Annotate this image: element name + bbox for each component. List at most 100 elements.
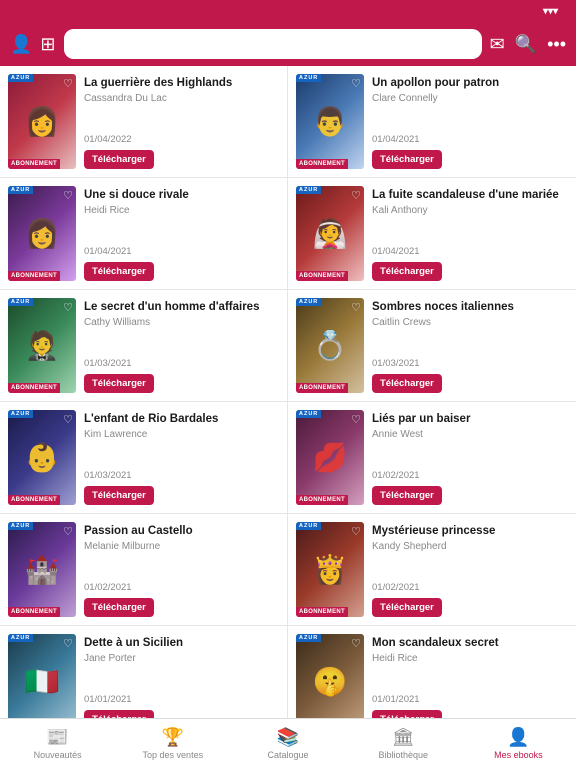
profile-icon[interactable]: 👤 [10,34,32,55]
download-button[interactable]: Télécharger [372,486,442,505]
abonnement-badge: abonnement [8,383,60,393]
book-date: 01/02/2021 [84,582,279,593]
bottom-nav-catalogue[interactable]: 📚 Catalogue [230,719,345,768]
book-item: AZUR 👸 abonnement ♡ Mystérieuse princess… [288,514,576,626]
book-author: Heidi Rice [84,205,279,216]
download-button[interactable]: Télécharger [372,150,442,169]
heart-icon[interactable]: ♡ [63,189,73,202]
book-author: Jane Porter [84,653,279,664]
book-date: 01/04/2022 [84,134,279,145]
bibliotheque-icon: 🏛 [392,727,415,748]
nouveautes-icon: 📰 [46,727,68,748]
heart-icon[interactable]: ♡ [63,413,73,426]
book-item: AZUR 🇮🇹 abonnement ♡ Dette à un Sicilien… [0,626,288,718]
notification-icon[interactable]: ✉ [490,34,505,55]
book-info: Passion au Castello Melanie Milburne 01/… [84,522,279,617]
tab-all[interactable] [64,29,273,59]
book-title: Mon scandaleux secret [372,636,568,651]
abonnement-badge: abonnement [8,159,60,169]
bottom-nav-mes-ebooks[interactable]: 👤 Mes ebooks [461,719,576,768]
book-item: AZUR 🏰 abonnement ♡ Passion au Castello … [0,514,288,626]
book-title: Un apollon pour patron [372,76,568,91]
book-author: Cassandra Du Lac [84,93,279,104]
download-button[interactable]: Télécharger [84,374,154,393]
book-cover: AZUR 💍 abonnement ♡ [296,298,364,393]
bottom-nav-bibliotheque[interactable]: 🏛 Bibliothèque [346,719,461,768]
book-item: AZUR 🤫 abonnement ♡ Mon scandaleux secre… [288,626,576,718]
tab-bar [64,29,482,59]
book-author: Cathy Williams [84,317,279,328]
download-button[interactable]: Télécharger [84,486,154,505]
bottom-nav-nouveautes[interactable]: 📰 Nouveautés [0,719,115,768]
heart-icon[interactable]: ♡ [63,77,73,90]
abonnement-badge: abonnement [296,271,348,281]
book-info: Une si douce rivale Heidi Rice 01/04/202… [84,186,279,281]
download-button[interactable]: Télécharger [372,262,442,281]
tab-subscriptions[interactable] [273,29,482,59]
heart-icon[interactable]: ♡ [351,525,361,538]
status-bar: ▾▾▾ [0,0,576,22]
book-item: AZUR 👩 abonnement ♡ La guerrière des Hig… [0,66,288,178]
book-item: AZUR 🤵 abonnement ♡ Le secret d'un homme… [0,290,288,402]
search-icon[interactable]: 🔍 [515,34,537,55]
download-button[interactable]: Télécharger [84,150,154,169]
book-cover: AZUR 🤫 abonnement ♡ [296,634,364,718]
book-info: La guerrière des Highlands Cassandra Du … [84,74,279,169]
heart-icon[interactable]: ♡ [351,189,361,202]
book-title: L'enfant de Rio Bardales [84,412,279,427]
book-title: Passion au Castello [84,524,279,539]
book-title: Mystérieuse princesse [372,524,568,539]
book-title: La fuite scandaleuse d'une mariée [372,188,568,203]
book-cover: AZUR 💋 abonnement ♡ [296,410,364,505]
book-date: 01/02/2021 [372,470,568,481]
catalogue-icon: 📚 [277,727,299,748]
book-info: Liés par un baiser Annie West 01/02/2021… [372,410,568,505]
book-title: Le secret d'un homme d'affaires [84,300,279,315]
book-date: 01/03/2021 [84,358,279,369]
heart-icon[interactable]: ♡ [351,77,361,90]
book-title: Une si douce rivale [84,188,279,203]
heart-icon[interactable]: ♡ [63,525,73,538]
download-button[interactable]: Télécharger [84,710,154,718]
book-author: Kali Anthony [372,205,568,216]
book-title: Liés par un baiser [372,412,568,427]
heart-icon[interactable]: ♡ [351,637,361,650]
more-icon[interactable]: ••• [547,34,566,55]
abonnement-badge: abonnement [296,607,348,617]
book-author: Melanie Milburne [84,541,279,552]
wifi-icon: ▾▾▾ [543,6,558,17]
book-list-scroll[interactable]: AZUR 👩 abonnement ♡ La guerrière des Hig… [0,66,576,718]
nav-left-icons: 👤 ⊞ [10,34,56,55]
book-date: 01/03/2021 [372,358,568,369]
download-button[interactable]: Télécharger [84,598,154,617]
download-button[interactable]: Télécharger [84,262,154,281]
nouveautes-label: Nouveautés [34,750,82,760]
heart-icon[interactable]: ♡ [351,413,361,426]
status-indicators: ▾▾▾ [543,6,564,17]
book-cover: AZUR 🤵 abonnement ♡ [8,298,76,393]
abonnement-badge: abonnement [296,159,348,169]
book-date: 01/03/2021 [84,470,279,481]
download-button[interactable]: Télécharger [372,710,442,718]
download-button[interactable]: Télécharger [372,598,442,617]
heart-icon[interactable]: ♡ [63,637,73,650]
book-date: 01/01/2021 [84,694,279,705]
book-info: Sombres noces italiennes Caitlin Crews 0… [372,298,568,393]
book-info: Un apollon pour patron Clare Connelly 01… [372,74,568,169]
book-author: Clare Connelly [372,93,568,104]
grid-icon[interactable]: ⊞ [40,34,55,55]
mes-ebooks-label: Mes ebooks [494,750,543,760]
heart-icon[interactable]: ♡ [63,301,73,314]
bottom-nav-top-ventes[interactable]: 🏆 Top des ventes [115,719,230,768]
book-title: Sombres noces italiennes [372,300,568,315]
book-info: La fuite scandaleuse d'une mariée Kali A… [372,186,568,281]
book-author: Caitlin Crews [372,317,568,328]
abonnement-badge: abonnement [8,271,60,281]
download-button[interactable]: Télécharger [372,374,442,393]
heart-icon[interactable]: ♡ [351,301,361,314]
mes-ebooks-icon: 👤 [507,727,529,748]
book-cover: AZUR 👰 abonnement ♡ [296,186,364,281]
book-title: Dette à un Sicilien [84,636,279,651]
book-info: L'enfant de Rio Bardales Kim Lawrence 01… [84,410,279,505]
book-info: Dette à un Sicilien Jane Porter 01/01/20… [84,634,279,718]
